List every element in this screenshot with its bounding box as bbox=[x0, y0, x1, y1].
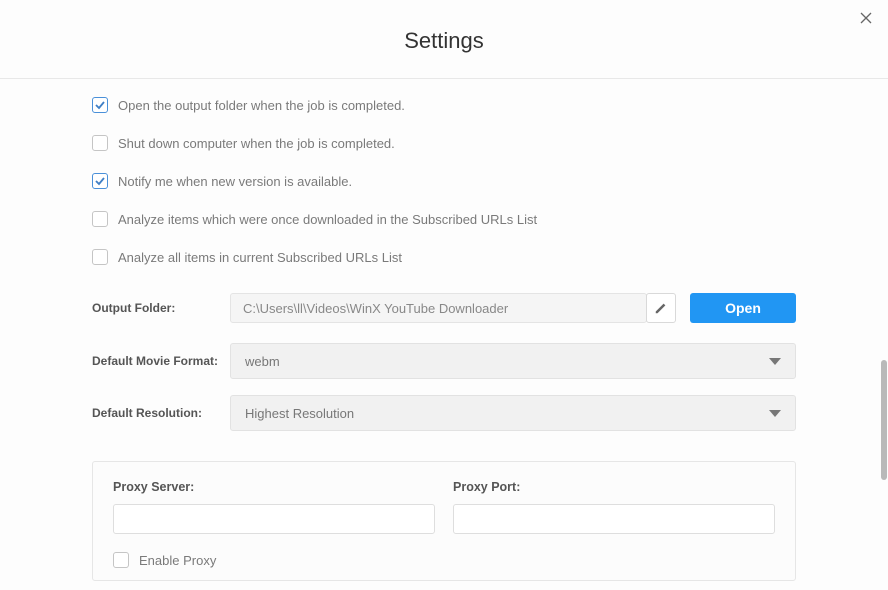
check-icon bbox=[94, 99, 106, 111]
checkbox-analyze-all[interactable] bbox=[92, 249, 108, 265]
proxy-group: Proxy Server: Proxy Port: Enable Proxy bbox=[92, 461, 796, 581]
close-button[interactable] bbox=[854, 6, 878, 30]
proxy-enable-row: Enable Proxy bbox=[113, 552, 775, 568]
checkbox-shutdown-row: Shut down computer when the job is compl… bbox=[92, 135, 796, 151]
checkbox-shutdown[interactable] bbox=[92, 135, 108, 151]
settings-window: Settings Open the output folder when the… bbox=[0, 0, 888, 590]
pencil-icon bbox=[654, 301, 668, 315]
checkbox-open-output-row: Open the output folder when the job is c… bbox=[92, 97, 796, 113]
output-folder-label: Output Folder: bbox=[92, 301, 230, 315]
scrollbar[interactable] bbox=[881, 360, 887, 480]
checkbox-analyze-all-row: Analyze all items in current Subscribed … bbox=[92, 249, 796, 265]
checkbox-analyze-all-label: Analyze all items in current Subscribed … bbox=[118, 250, 402, 265]
checkbox-analyze-once[interactable] bbox=[92, 211, 108, 227]
default-format-value: webm bbox=[245, 354, 280, 369]
checkbox-analyze-once-label: Analyze items which were once downloaded… bbox=[118, 212, 537, 227]
checkbox-analyze-once-row: Analyze items which were once downloaded… bbox=[92, 211, 796, 227]
proxy-fields: Proxy Server: Proxy Port: bbox=[113, 480, 775, 534]
output-folder-input[interactable] bbox=[230, 293, 647, 323]
output-folder-row: Output Folder: Open bbox=[92, 293, 796, 323]
checkbox-notify-row: Notify me when new version is available. bbox=[92, 173, 796, 189]
default-resolution-value: Highest Resolution bbox=[245, 406, 354, 421]
enable-proxy-label: Enable Proxy bbox=[139, 553, 216, 568]
default-resolution-label: Default Resolution: bbox=[92, 406, 230, 420]
chevron-down-icon bbox=[769, 358, 781, 365]
close-icon bbox=[860, 12, 872, 24]
checkbox-notify[interactable] bbox=[92, 173, 108, 189]
default-format-label: Default Movie Format: bbox=[92, 354, 230, 368]
checkbox-notify-label: Notify me when new version is available. bbox=[118, 174, 352, 189]
checkbox-shutdown-label: Shut down computer when the job is compl… bbox=[118, 136, 395, 151]
proxy-port-input[interactable] bbox=[453, 504, 775, 534]
page-title: Settings bbox=[0, 0, 888, 78]
checkbox-open-output[interactable] bbox=[92, 97, 108, 113]
check-icon bbox=[94, 175, 106, 187]
checkbox-enable-proxy[interactable] bbox=[113, 552, 129, 568]
proxy-server-label: Proxy Server: bbox=[113, 480, 435, 494]
proxy-server-col: Proxy Server: bbox=[113, 480, 435, 534]
proxy-port-label: Proxy Port: bbox=[453, 480, 775, 494]
default-resolution-row: Default Resolution: Highest Resolution bbox=[92, 395, 796, 431]
chevron-down-icon bbox=[769, 410, 781, 417]
settings-content: Open the output folder when the job is c… bbox=[0, 79, 888, 590]
default-format-row: Default Movie Format: webm bbox=[92, 343, 796, 379]
proxy-server-input[interactable] bbox=[113, 504, 435, 534]
output-folder-browse-button[interactable] bbox=[646, 293, 676, 323]
open-button[interactable]: Open bbox=[690, 293, 796, 323]
default-resolution-select[interactable]: Highest Resolution bbox=[230, 395, 796, 431]
checkbox-open-output-label: Open the output folder when the job is c… bbox=[118, 98, 405, 113]
output-folder-input-group bbox=[230, 293, 676, 323]
proxy-port-col: Proxy Port: bbox=[453, 480, 775, 534]
default-format-select[interactable]: webm bbox=[230, 343, 796, 379]
